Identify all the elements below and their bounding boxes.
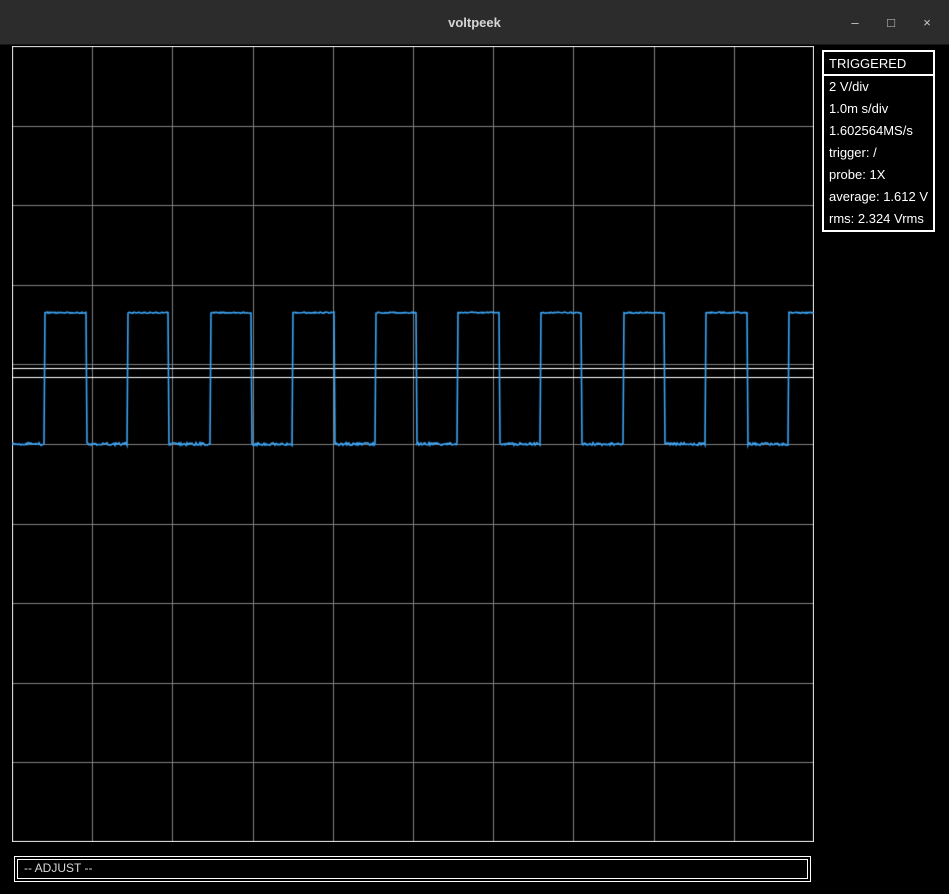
status-bar-inner: -- ADJUST -- bbox=[17, 859, 808, 879]
window-controls: – □ × bbox=[847, 0, 935, 45]
status-bar: -- ADJUST -- bbox=[14, 856, 811, 882]
adjust-mode-label: -- ADJUST -- bbox=[24, 861, 92, 875]
readout-trigger-edge: trigger: / bbox=[824, 142, 933, 164]
titlebar[interactable]: voltpeek – □ × bbox=[0, 0, 949, 45]
readout-average: average: 1.612 V bbox=[824, 186, 933, 208]
minimize-icon[interactable]: – bbox=[847, 0, 863, 45]
trigger-status-label: TRIGGERED bbox=[824, 52, 933, 76]
close-icon[interactable]: × bbox=[919, 0, 935, 45]
app-window: voltpeek – □ × TRIGGERED 2 V/div 1.0m s/… bbox=[0, 0, 949, 894]
readout-sample-rate: 1.602564MS/s bbox=[824, 120, 933, 142]
readout-rms: rms: 2.324 Vrms bbox=[824, 208, 933, 230]
readout-panel: TRIGGERED 2 V/div 1.0m s/div 1.602564MS/… bbox=[822, 50, 935, 232]
readout-time-per-div: 1.0m s/div bbox=[824, 98, 933, 120]
scope-canvas[interactable] bbox=[12, 46, 814, 842]
window-title: voltpeek bbox=[448, 15, 501, 30]
maximize-icon[interactable]: □ bbox=[883, 0, 899, 45]
readout-probe: probe: 1X bbox=[824, 164, 933, 186]
readout-volts-per-div: 2 V/div bbox=[824, 76, 933, 98]
